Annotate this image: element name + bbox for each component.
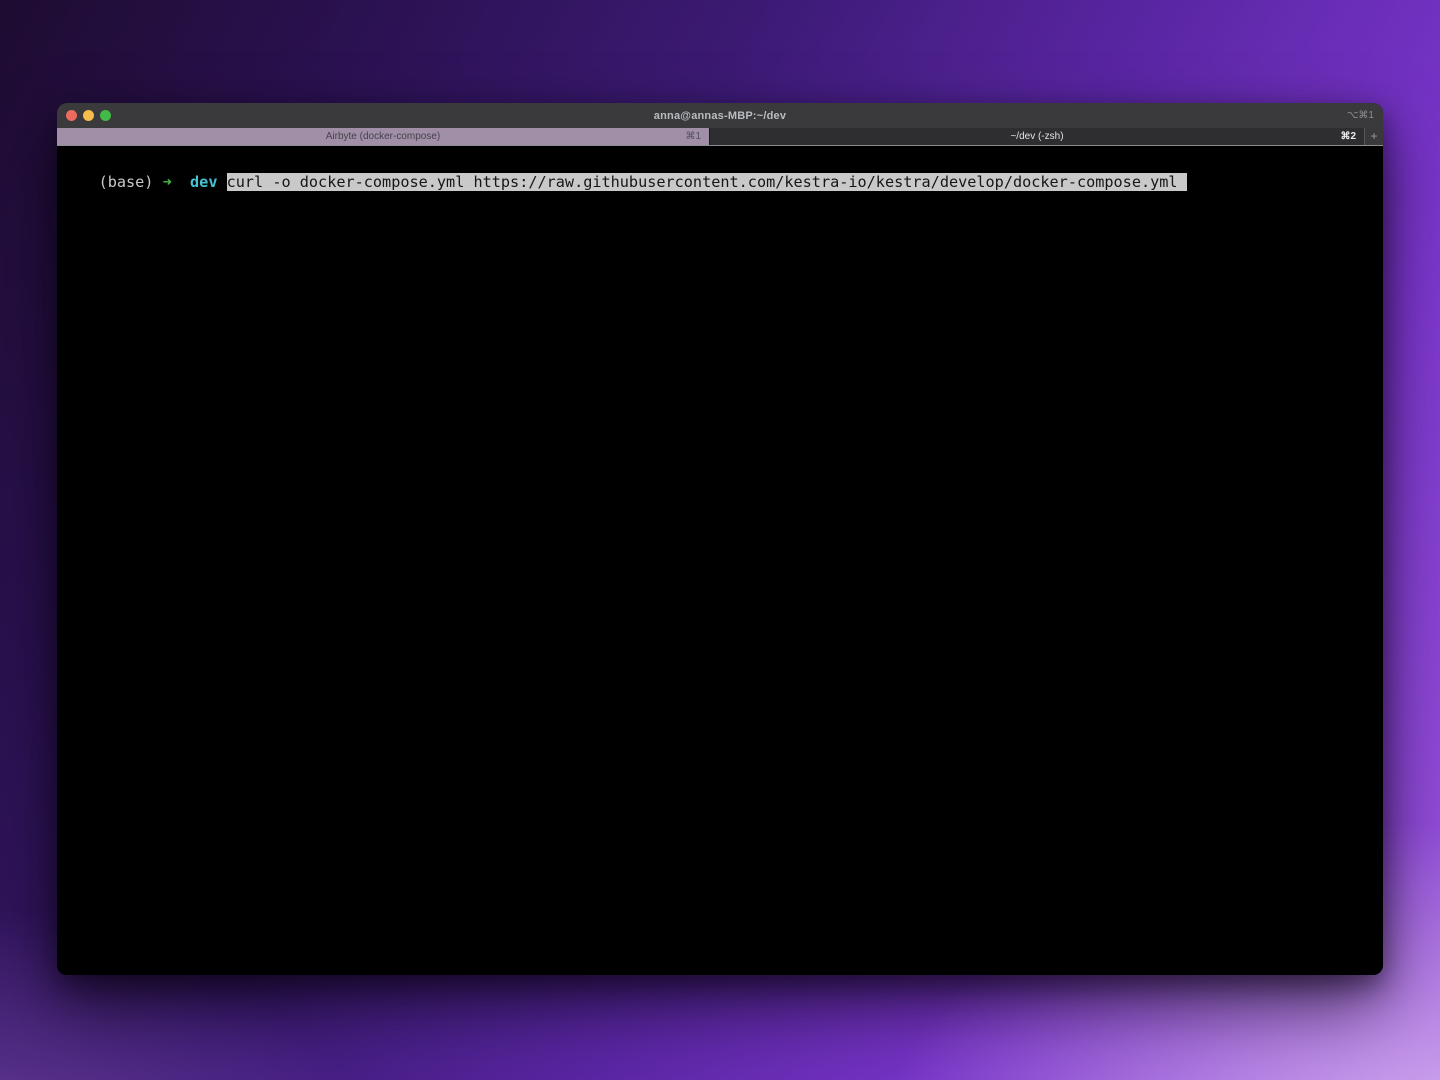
titlebar: anna@annas-MBP:~/dev ⌥⌘1 (57, 103, 1383, 128)
tab-dev-zsh[interactable]: ~/dev (-zsh) ⌘2 (710, 128, 1365, 145)
tab-bar: Airbyte (docker-compose) ⌘1 ~/dev (-zsh)… (57, 128, 1383, 146)
conda-env-label: (base) (99, 173, 154, 191)
traffic-lights (66, 110, 111, 121)
tab-shortcut: ⌘1 (685, 128, 701, 145)
window-title: anna@annas-MBP:~/dev (654, 110, 786, 122)
tab-label: ~/dev (-zsh) (1010, 131, 1063, 142)
minimize-button[interactable] (83, 110, 94, 121)
tab-shortcut: ⌘2 (1340, 128, 1356, 145)
zoom-button[interactable] (100, 110, 111, 121)
terminal-screen[interactable]: (base) ➜ dev curl -o docker-compose.yml htt… (57, 147, 1383, 975)
prompt-arrow: ➜ (163, 173, 172, 191)
terminal-window: anna@annas-MBP:~/dev ⌥⌘1 Airbyte (docker… (57, 103, 1383, 975)
tab-label: Airbyte (docker-compose) (326, 131, 440, 142)
selected-command-text: curl -o docker-compose.yml https://raw.g… (227, 173, 1187, 191)
tab-airbyte-docker-compose[interactable]: Airbyte (docker-compose) ⌘1 (57, 128, 710, 145)
close-button[interactable] (66, 110, 77, 121)
window-shortcut-label: ⌥⌘1 (1347, 103, 1374, 128)
prompt-cwd: dev (190, 173, 217, 191)
new-tab-button[interactable]: + (1365, 128, 1383, 145)
